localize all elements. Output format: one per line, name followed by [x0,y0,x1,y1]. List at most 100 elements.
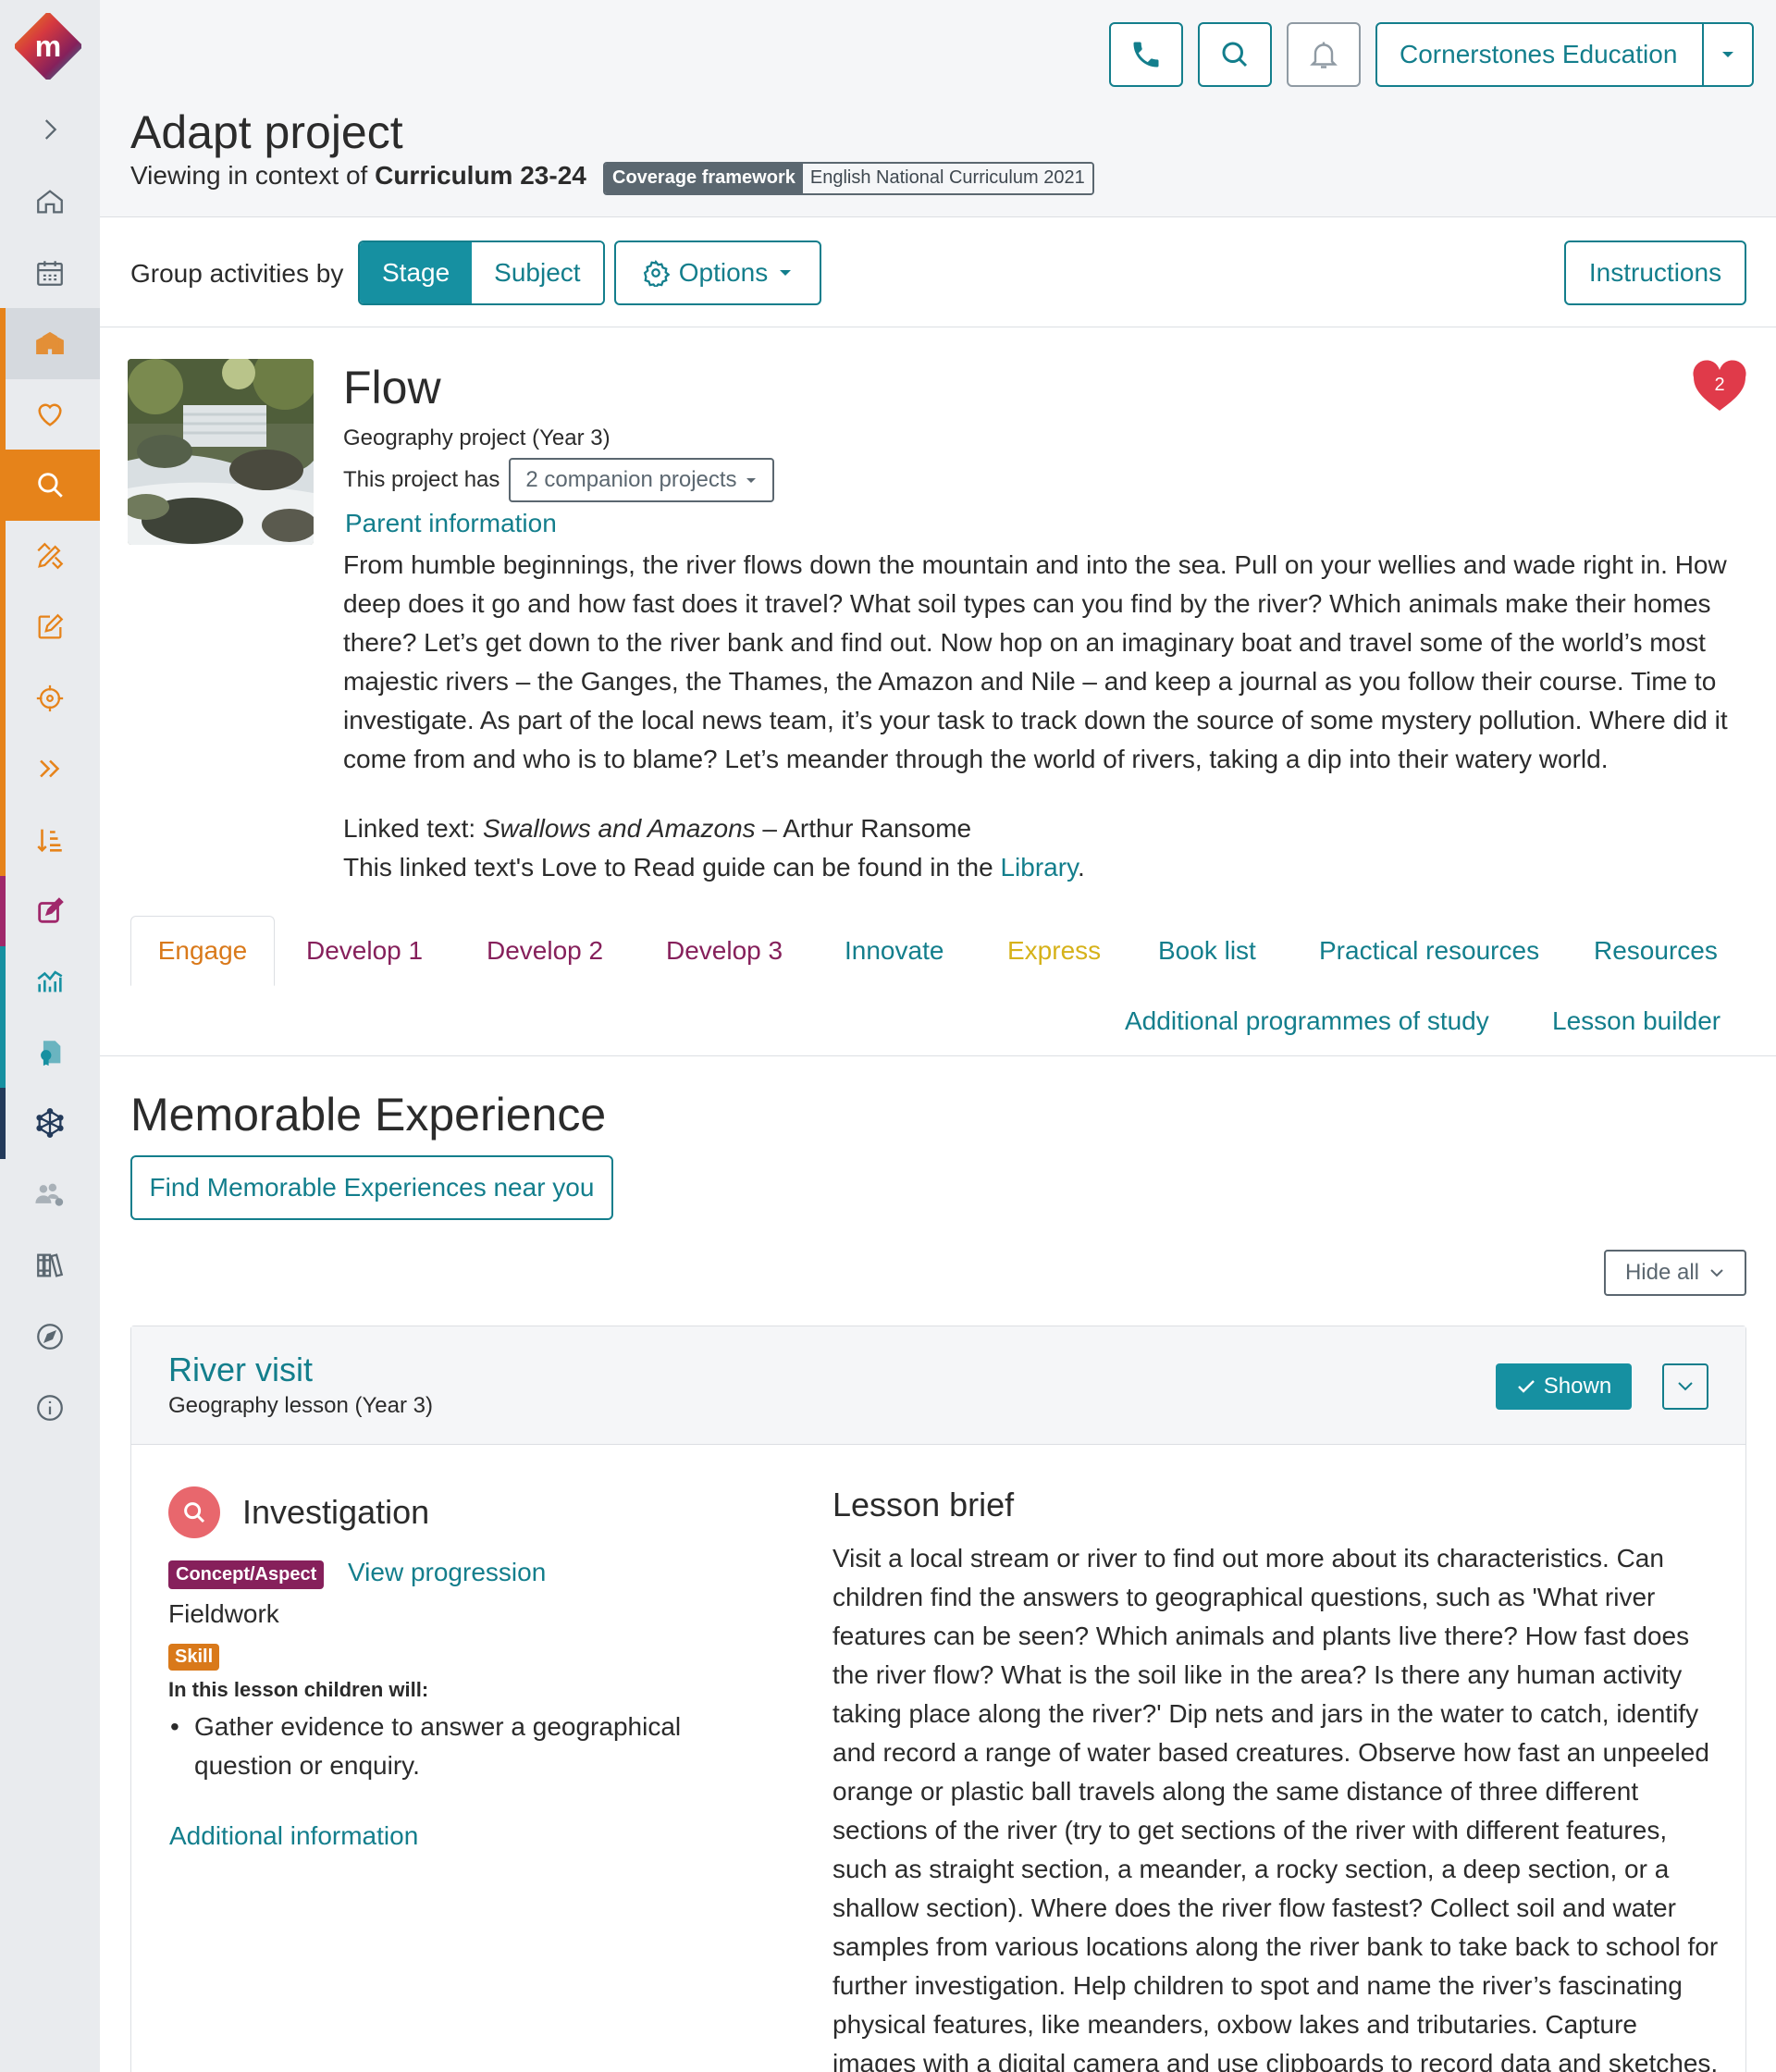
guide-line: This linked text's Love to Read guide ca… [343,848,1085,887]
sidebar-item-network[interactable] [0,1088,100,1158]
sidebar-item-school[interactable] [0,308,100,378]
pencil-ruler-icon [37,542,64,570]
lesson-brief-heading: Lesson brief [832,1486,1015,1523]
companion-prefix: This project has [343,467,500,492]
options-dropdown[interactable]: Options [614,240,821,305]
coverage-value: English National Curriculum 2021 [802,164,1092,193]
lesson-title-link[interactable]: River visit [168,1350,313,1389]
tab-label: Develop 1 [306,936,424,965]
concept-name: Fieldwork [168,1599,279,1628]
linked-text-line: Linked text: Swallows and Amazons – Arth… [343,809,1085,848]
sidebar-item-analytics[interactable] [0,946,100,1017]
tab-develop-3[interactable]: Develop 3 [666,936,783,966]
group-by-toggle: Stage Subject [358,240,605,305]
heart-icon [38,403,62,426]
options-label: Options [678,258,769,287]
search-icon [38,473,63,498]
page-title: Adapt project [130,106,403,158]
group-by-subject-button[interactable]: Subject [472,242,603,303]
sidebar-item-home[interactable] [0,166,100,237]
linked-prefix: Linked text: [343,814,476,843]
project-description: From humble beginnings, the river flows … [343,550,1728,773]
phone-button[interactable] [1109,22,1183,87]
sidebar-item-target[interactable] [0,663,100,734]
project-title: Flow [343,362,441,413]
phone-icon [1133,42,1159,68]
tab-innovate[interactable]: Innovate [845,936,944,966]
bell-icon [1310,42,1338,68]
context-curriculum: Curriculum 23-24 [375,161,586,190]
library-link[interactable]: Library [1000,853,1078,882]
coverage-label: Coverage framework [605,164,803,193]
tab-label: Express [1007,936,1102,965]
lesson-subtitle: Geography lesson (Year 3) [168,1393,433,1418]
home-icon [37,190,63,214]
additional-information-link[interactable]: Additional information [169,1821,418,1851]
tab-label: Develop 3 [666,936,783,965]
sidebar-item-favourites[interactable] [0,379,100,450]
main-content: Cornerstones Education Adapt project Vie… [100,0,1776,2072]
caret-down-icon [1722,52,1733,57]
stage-tabs: Engage Develop 1 Develop 2 Develop 3 Inn… [100,914,1776,1056]
tab-label: Additional programmes of study [1125,1006,1489,1035]
tab-label: Innovate [845,936,944,965]
tab-practical-resources[interactable]: Practical resources [1319,936,1539,966]
organisation-caret[interactable] [1702,24,1752,85]
group-by-stage-button[interactable]: Stage [360,242,473,303]
tab-develop-2[interactable]: Develop 2 [487,936,603,966]
sidebar-item-design[interactable] [0,521,100,591]
find-experiences-button[interactable]: Find Memorable Experiences near you [130,1155,613,1220]
sidebar-item-users[interactable] [0,1159,100,1229]
lesson-brief-text: Visit a local stream or river to find ou… [832,1544,1719,2072]
sidebar-item-search[interactable] [0,450,100,520]
waterfall-image [128,359,314,545]
shown-label: Shown [1543,1374,1612,1399]
sidebar-item-library[interactable] [0,1230,100,1301]
hide-all-dropdown[interactable]: Hide all [1604,1250,1746,1296]
guide-suffix: . [1078,853,1085,882]
page-header: Cornerstones Education Adapt project Vie… [100,0,1776,217]
parent-information-link[interactable]: Parent information [345,509,557,538]
tab-book-list[interactable]: Book list [1158,936,1256,966]
certificate-icon [41,1041,61,1067]
check-icon [1517,1380,1535,1393]
sidebar-item-calendar[interactable] [0,238,100,308]
search-icon [184,1502,205,1523]
tab-label: Engage [157,936,248,965]
sidebar-item-edit[interactable] [0,592,100,662]
search-button[interactable] [1198,22,1272,87]
lesson-card-header: River visit Geography lesson (Year 3) Sh… [131,1326,1745,1445]
instructions-button[interactable]: Instructions [1564,240,1746,305]
organisation-name: Cornerstones Education [1400,40,1678,68]
tab-lesson-builder[interactable]: Lesson builder [1552,1006,1720,1036]
library-icon [37,1253,64,1277]
favourite-heart-icon[interactable]: 2 [1691,359,1748,414]
sidebar-expand[interactable] [0,94,100,165]
lesson-card: River visit Geography lesson (Year 3) Sh… [130,1326,1746,2072]
view-progression-link[interactable]: View progression [348,1558,546,1587]
search-icon [1222,42,1248,68]
tab-label: Develop 2 [487,936,604,965]
tab-engage[interactable]: Engage [130,916,275,986]
companion-projects-label: 2 companion projects [525,467,737,492]
notifications-button[interactable] [1287,22,1361,87]
sidebar-item-info[interactable] [0,1373,100,1443]
list-item: Gather evidence to answer a geographical… [168,1708,760,1785]
favourite-count: 2 [1714,375,1724,395]
shown-toggle-button[interactable]: Shown [1496,1363,1632,1410]
tab-additional-programmes[interactable]: Additional programmes of study [1125,1006,1489,1036]
companion-projects-dropdown[interactable]: 2 companion projects [509,458,774,502]
sidebar-item-sort[interactable] [0,805,100,875]
tab-express[interactable]: Express [1007,936,1101,966]
sidebar-item-forward[interactable] [0,734,100,804]
logo-icon[interactable]: m [15,13,81,80]
project-subtitle: Geography project (Year 3) [343,426,610,450]
organisation-dropdown[interactable]: Cornerstones Education [1375,22,1754,87]
collapse-button[interactable] [1662,1363,1708,1410]
sidebar-item-certificate[interactable] [0,1018,100,1088]
sidebar-item-explore[interactable] [0,1301,100,1372]
info-icon [37,1395,63,1421]
sidebar-item-assess[interactable] [0,876,100,946]
tab-resources[interactable]: Resources [1594,936,1718,966]
tab-develop-1[interactable]: Develop 1 [306,936,423,966]
